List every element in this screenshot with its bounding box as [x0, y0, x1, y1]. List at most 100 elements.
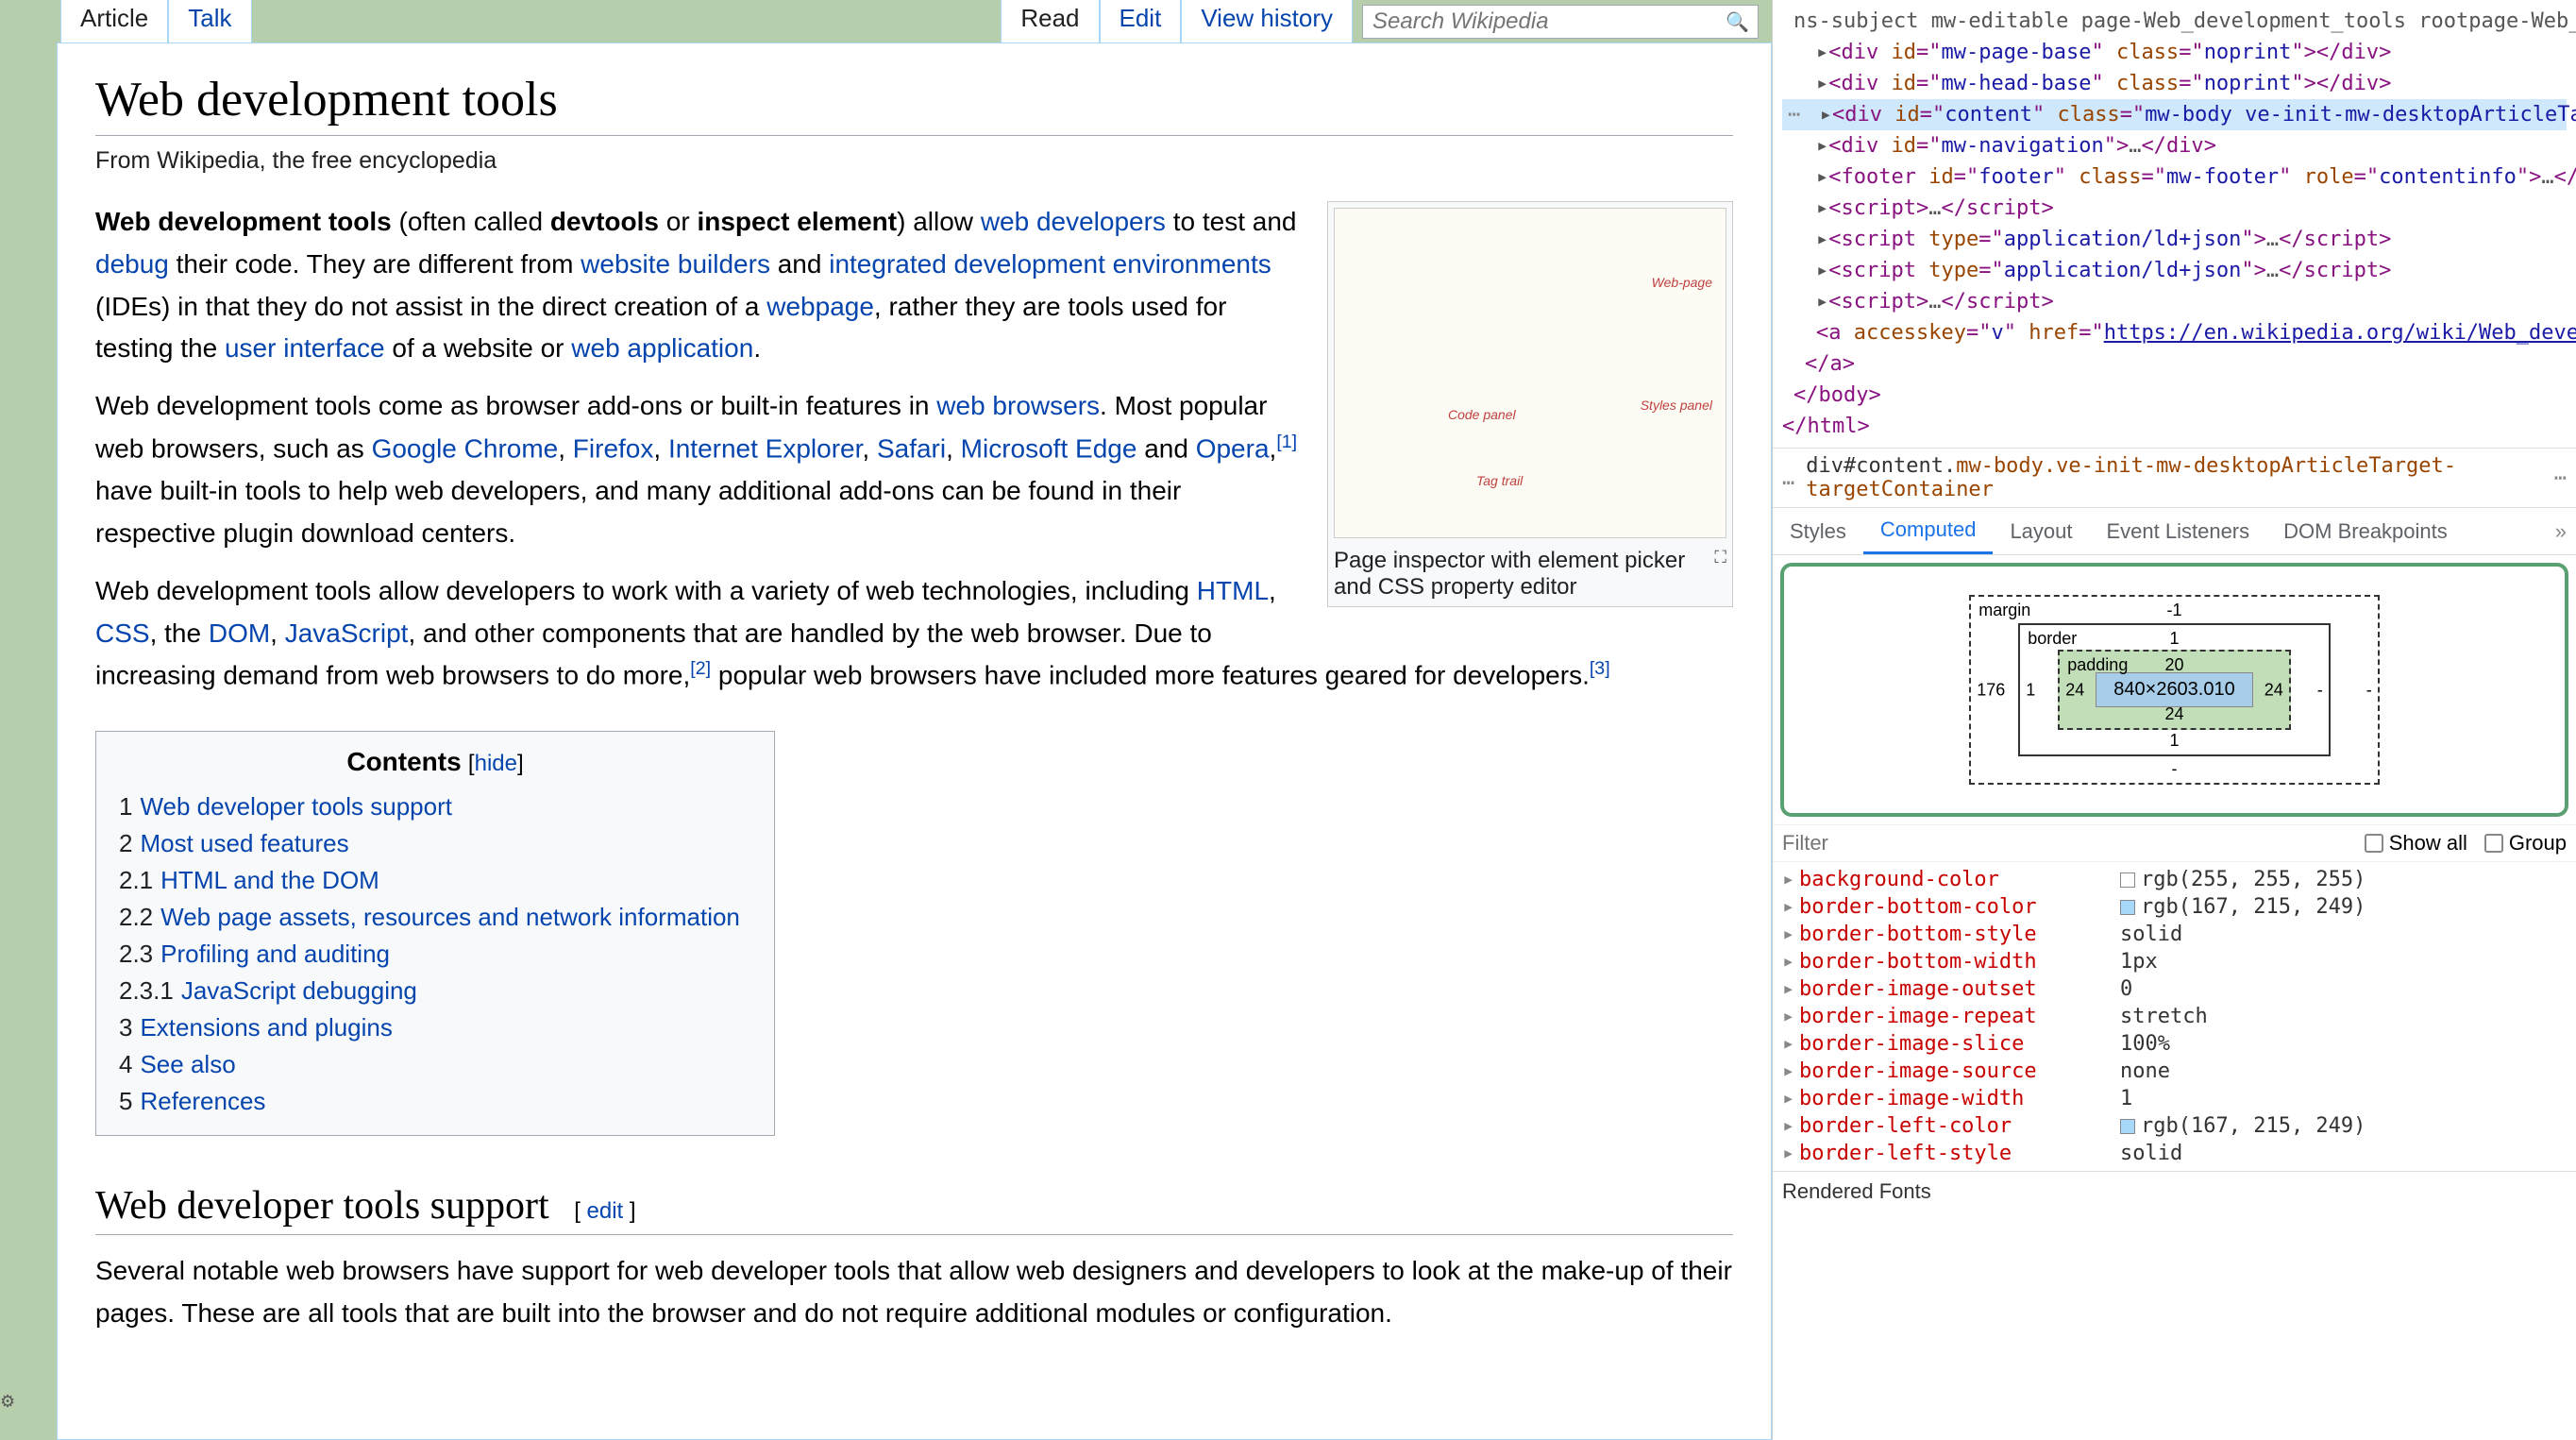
bm-border-label: border: [2028, 629, 2077, 649]
tab-computed[interactable]: Computed: [1863, 508, 1994, 554]
dom-overflow-icon[interactable]: ⋯: [1788, 99, 1800, 130]
property-row[interactable]: ▸border-bottom-colorrgb(167, 215, 249): [1782, 893, 2567, 921]
link-edge[interactable]: Microsoft Edge: [961, 433, 1137, 463]
rendered-fonts-header[interactable]: Rendered Fonts: [1773, 1171, 2576, 1211]
property-row[interactable]: ▸border-image-slice100%: [1782, 1030, 2567, 1058]
devtools-panel: ns-subject mw-editable page-Web_developm…: [1772, 0, 2576, 1440]
tab-article[interactable]: Article: [60, 0, 168, 42]
link-ie[interactable]: Internet Explorer: [668, 433, 862, 463]
link-js[interactable]: JavaScript: [285, 618, 409, 648]
toc-item[interactable]: 2.1HTML and the DOM: [119, 862, 751, 899]
bm-padding-right: 24: [2265, 680, 2283, 700]
search-box[interactable]: 🔍: [1362, 5, 1759, 39]
toc-toggle[interactable]: [hide]: [468, 751, 524, 776]
crumb-overflow-icon[interactable]: …: [1782, 466, 1794, 490]
dom-node[interactable]: ▸<script type="application/ld+json">…</s…: [1782, 255, 2567, 286]
link-webpage[interactable]: webpage: [766, 292, 874, 321]
computed-properties[interactable]: ▸background-colorrgb(255, 255, 255)▸bord…: [1773, 862, 2576, 1171]
tab-read[interactable]: Read: [1001, 0, 1099, 42]
group-checkbox[interactable]: Group: [2484, 831, 2567, 856]
bm-border-left: 1: [2026, 680, 2035, 700]
page-tabs: Article Talk Read Edit View history 🔍: [57, 0, 1772, 42]
toc-item[interactable]: 2Most used features: [119, 825, 751, 862]
link-debug[interactable]: debug: [95, 249, 169, 279]
box-model[interactable]: margin -1 - 176 - border 1 1 1 - padding…: [1969, 595, 2379, 785]
bm-border-top: 1: [2169, 629, 2179, 649]
tabs-overflow-icon[interactable]: »: [2546, 510, 2576, 553]
link-firefox[interactable]: Firefox: [573, 433, 654, 463]
bm-padding-bottom: 24: [2164, 704, 2183, 724]
search-icon[interactable]: 🔍: [1726, 10, 1748, 33]
edit-section-link[interactable]: edit: [587, 1198, 624, 1224]
link-webapp[interactable]: web application: [571, 333, 753, 363]
thumb-label-styles: Styles panel: [1641, 398, 1712, 413]
dom-node[interactable]: ▸<footer id="footer" class="mw-footer" r…: [1782, 161, 2567, 193]
bm-margin-left: 176: [1977, 680, 2005, 700]
link-safari[interactable]: Safari: [877, 433, 946, 463]
link-html[interactable]: HTML: [1197, 576, 1269, 605]
crumb-more-icon[interactable]: ⋯: [2554, 466, 2567, 490]
ref-2[interactable]: [2]: [690, 658, 711, 679]
dom-tree[interactable]: ns-subject mw-editable page-Web_developm…: [1773, 0, 2576, 448]
toc-item[interactable]: 3Extensions and plugins: [119, 1009, 751, 1046]
toc-item[interactable]: 4See also: [119, 1046, 751, 1083]
show-all-checkbox[interactable]: Show all: [2365, 831, 2467, 856]
property-row[interactable]: ▸border-left-stylesolid: [1782, 1140, 2567, 1167]
tab-talk[interactable]: Talk: [168, 0, 251, 42]
property-row[interactable]: ▸background-colorrgb(255, 255, 255): [1782, 866, 2567, 893]
dom-node[interactable]: ▸<div id="mw-head-base" class="noprint">…: [1782, 68, 2567, 99]
link-website-builders[interactable]: website builders: [581, 249, 770, 279]
link-web-developers[interactable]: web developers: [981, 207, 1166, 236]
dom-node[interactable]: ▸<script type="application/ld+json">…</s…: [1782, 224, 2567, 255]
ref-3[interactable]: [3]: [1590, 658, 1610, 679]
toc-item[interactable]: 2.3Profiling and auditing: [119, 936, 751, 973]
thumb-label-code: Code panel: [1448, 407, 1516, 422]
tab-dom-breakpoints[interactable]: DOM Breakpoints: [2266, 510, 2465, 553]
link-dom[interactable]: DOM: [209, 618, 270, 648]
filter-input[interactable]: [1782, 831, 2348, 856]
property-row[interactable]: ▸border-bottom-width1px: [1782, 948, 2567, 975]
tab-layout[interactable]: Layout: [1993, 510, 2089, 553]
breadcrumb-bar[interactable]: … div#content.mw-body.ve-init-mw-desktop…: [1773, 448, 2576, 508]
search-input[interactable]: [1372, 8, 1726, 35]
property-row[interactable]: ▸border-bottom-stylesolid: [1782, 921, 2567, 948]
breadcrumb[interactable]: div#content.mw-body.ve-init-mw-desktopAr…: [1806, 454, 2543, 501]
page-title: Web development tools: [95, 72, 1733, 136]
article-content: Web development tools From Wikipedia, th…: [57, 42, 1772, 1440]
link-chrome[interactable]: Google Chrome: [372, 433, 559, 463]
property-row[interactable]: ▸border-image-repeatstretch: [1782, 1003, 2567, 1030]
gear-icon[interactable]: ⚙: [0, 1392, 15, 1412]
link-opera[interactable]: Opera: [1196, 433, 1270, 463]
bm-margin-label: margin: [1978, 601, 2030, 620]
enlarge-icon[interactable]: ⛶: [1714, 548, 1726, 568]
dom-node[interactable]: ▸<script>…</script>: [1782, 193, 2567, 224]
dom-node[interactable]: ▸<script>…</script>: [1782, 286, 2567, 317]
tab-edit[interactable]: Edit: [1100, 0, 1182, 42]
tab-event-listeners[interactable]: Event Listeners: [2090, 510, 2267, 553]
link-ui[interactable]: user interface: [225, 333, 385, 363]
toc-item[interactable]: 1Web developer tools support: [119, 788, 751, 825]
thumb-image[interactable]: Web-page Code panel Styles panel Tag tra…: [1334, 208, 1726, 538]
bm-margin-top: -1: [2166, 601, 2181, 620]
toc-item[interactable]: 5References: [119, 1083, 751, 1120]
tab-history[interactable]: View history: [1181, 0, 1353, 42]
property-row[interactable]: ▸border-image-sourcenone: [1782, 1058, 2567, 1085]
table-of-contents: Contents [hide] 1Web developer tools sup…: [95, 731, 775, 1136]
dom-node[interactable]: ▸<div id="mw-page-base" class="noprint">…: [1782, 37, 2567, 68]
dom-node[interactable]: ▸<div id="mw-navigation">…</div>: [1782, 130, 2567, 161]
property-row[interactable]: ▸border-left-colorrgb(167, 215, 249): [1782, 1112, 2567, 1140]
ref-1[interactable]: [1]: [1276, 432, 1297, 452]
dom-node: </a>: [1782, 348, 2567, 380]
tab-styles[interactable]: Styles: [1773, 510, 1863, 553]
link-ide[interactable]: integrated development environments: [829, 249, 1271, 279]
property-row[interactable]: ▸border-image-outset0: [1782, 975, 2567, 1003]
dom-selected-node[interactable]: ▸<div id="content" class="mw-body ve-ini…: [1782, 99, 2567, 130]
link-web-browsers[interactable]: web browsers: [936, 391, 1100, 420]
bold-term: Web development tools: [95, 207, 392, 236]
toc-item[interactable]: 2.3.1JavaScript debugging: [119, 973, 751, 1009]
toc-item[interactable]: 2.2Web page assets, resources and networ…: [119, 899, 751, 936]
section-heading: Web developer tools support [ edit ]: [95, 1183, 1733, 1235]
link-css[interactable]: CSS: [95, 618, 150, 648]
dom-node[interactable]: <a accesskey="v" href="https://en.wikipe…: [1782, 317, 2567, 348]
property-row[interactable]: ▸border-image-width1: [1782, 1085, 2567, 1112]
